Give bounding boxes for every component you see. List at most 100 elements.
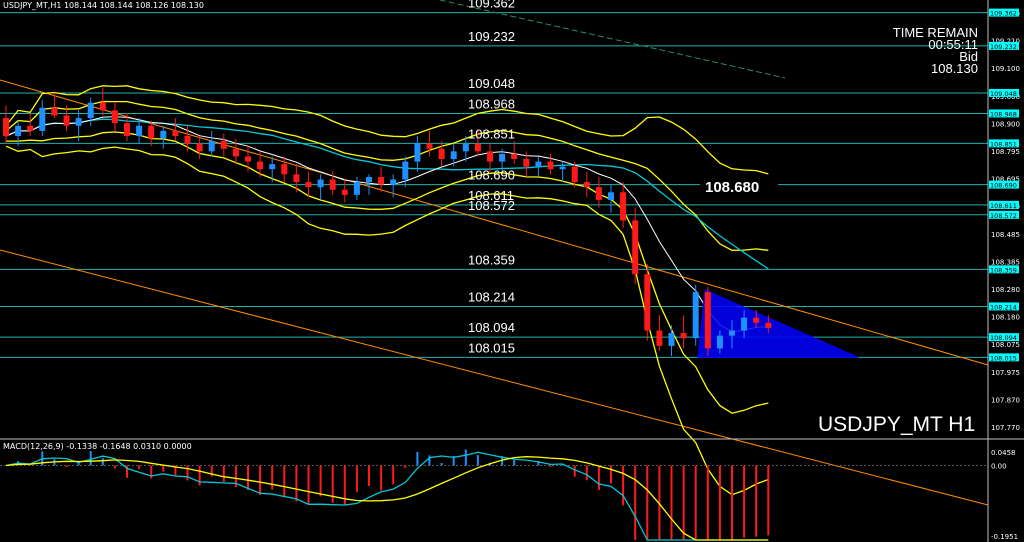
candle-body [680, 333, 687, 339]
candle-body [450, 151, 457, 160]
candle-body [232, 148, 239, 157]
axis-tick-label: 108.900 [991, 120, 1020, 128]
level-label: 109.048 [468, 76, 515, 91]
axis-tag-text: 108.611 [990, 202, 1017, 210]
axis-tick-label: 108.280 [991, 286, 1020, 294]
candle-body [269, 164, 276, 170]
candle-body [172, 130, 179, 136]
axis-tick-label: 108.075 [991, 341, 1020, 349]
level-label: 109.362 [468, 0, 515, 11]
candle-body [329, 179, 336, 190]
macd-axis-label: 0.00 [991, 462, 1007, 470]
candle-body [148, 125, 155, 139]
candle-body [668, 333, 675, 346]
axis-tick-label: 107.870 [991, 396, 1020, 404]
level-label: 108.851 [468, 126, 515, 141]
time-remain-panel: TIME REMAIN 00:55:11 Bid 108.130 [893, 26, 978, 76]
candle-body [620, 192, 627, 221]
candle-body [547, 161, 554, 170]
candle-body [366, 176, 372, 183]
macd-header: MACD(12,26,9) -0.1338 -0.1648 0.0310 0.0… [3, 442, 192, 451]
axis-tag-text: 108.094 [990, 334, 1017, 342]
level-label: 109.232 [468, 29, 515, 44]
level-label: 108.572 [468, 198, 515, 213]
axis-tag-text: 108.851 [990, 140, 1017, 148]
candle-body [753, 317, 760, 323]
axis-tick-label: 108.385 [991, 258, 1020, 266]
candle-body [632, 220, 639, 275]
band-upper-inner [5, 100, 769, 251]
ma-line [5, 118, 769, 270]
candle-body [27, 125, 34, 131]
level-lines [0, 12, 988, 358]
candle-body [257, 161, 264, 170]
candles [3, 87, 772, 357]
candle-body [595, 187, 602, 200]
candle-body [111, 110, 118, 124]
axis-tag-text: 108.214 [990, 303, 1017, 311]
chart-canvas: 109.362 109.232 109.048 108.968 108.851 108.6… [0, 0, 1024, 542]
axis-tag-text: 108.690 [990, 182, 1017, 190]
candle-body [499, 153, 506, 162]
macd-axis-label: -0.1951 [991, 533, 1018, 541]
axis-tag-text: 108.572 [990, 212, 1017, 220]
candle-body [63, 115, 70, 126]
candle-body [571, 166, 578, 183]
level-label: 108.359 [468, 252, 515, 267]
axis-tick-label: 107.770 [991, 424, 1020, 432]
candle-body [535, 161, 542, 167]
axis-tick-label: 107.975 [991, 369, 1020, 377]
candle-body [692, 292, 699, 339]
axis-tag-text: 109.362 [990, 10, 1017, 18]
trendline [0, 249, 989, 506]
bollinger-bands [5, 85, 769, 496]
candle-body [341, 189, 348, 195]
axis-tick-label: 108.795 [991, 148, 1020, 156]
candle-body [245, 156, 251, 162]
candle-body [656, 330, 663, 346]
candle-body [51, 107, 58, 116]
candle-body [99, 102, 106, 111]
candle-body [378, 176, 385, 185]
candle-body [511, 153, 518, 160]
candle-body [124, 123, 130, 136]
candle-body [39, 107, 46, 131]
candle-body [438, 148, 445, 160]
macd-subwindow: 0.0458 0.00 -0.1951 [0, 449, 1018, 541]
axis-tick-label: 108.485 [991, 231, 1020, 239]
candle-body [559, 166, 566, 170]
candle-body [220, 141, 227, 149]
candle-body [523, 159, 530, 167]
axis-tick-label: 108.180 [991, 314, 1020, 322]
candle-body [704, 292, 711, 349]
macd-axis-label: 0.0458 [991, 449, 1016, 457]
symbol-label: USDJPY_MT H1 [818, 413, 976, 436]
level-label: 108.094 [468, 320, 515, 335]
candle-body [136, 125, 143, 136]
candle-body [75, 118, 82, 126]
level-label: 108.214 [468, 289, 515, 304]
candle-body [3, 118, 9, 136]
candle-body [608, 192, 614, 200]
candle-body [487, 151, 493, 162]
candle-body [583, 182, 590, 188]
axis-tag-text: 109.232 [990, 43, 1017, 51]
axis-tick-label: 109.100 [991, 65, 1020, 73]
bid-value: 108.130 [931, 61, 978, 76]
level-label: 108.015 [468, 340, 515, 355]
axis-tag-text: 108.968 [990, 110, 1017, 118]
candle-body [317, 179, 324, 188]
candle-body [402, 161, 409, 180]
axis-tag-text: 108.015 [990, 354, 1017, 362]
candle-body [474, 143, 481, 152]
candle-body [87, 102, 94, 119]
candle-body [293, 174, 300, 183]
macd-signal-line [5, 456, 769, 541]
candle-body [15, 125, 22, 136]
candle-body [426, 143, 433, 149]
candle-body [716, 335, 723, 349]
current-price-label: 108.680 [705, 179, 759, 196]
chart-header: USDJPY_MT,H1 108.144 108.144 108.126 108… [3, 1, 204, 10]
candle-body [160, 130, 167, 139]
candle-body [729, 330, 735, 336]
